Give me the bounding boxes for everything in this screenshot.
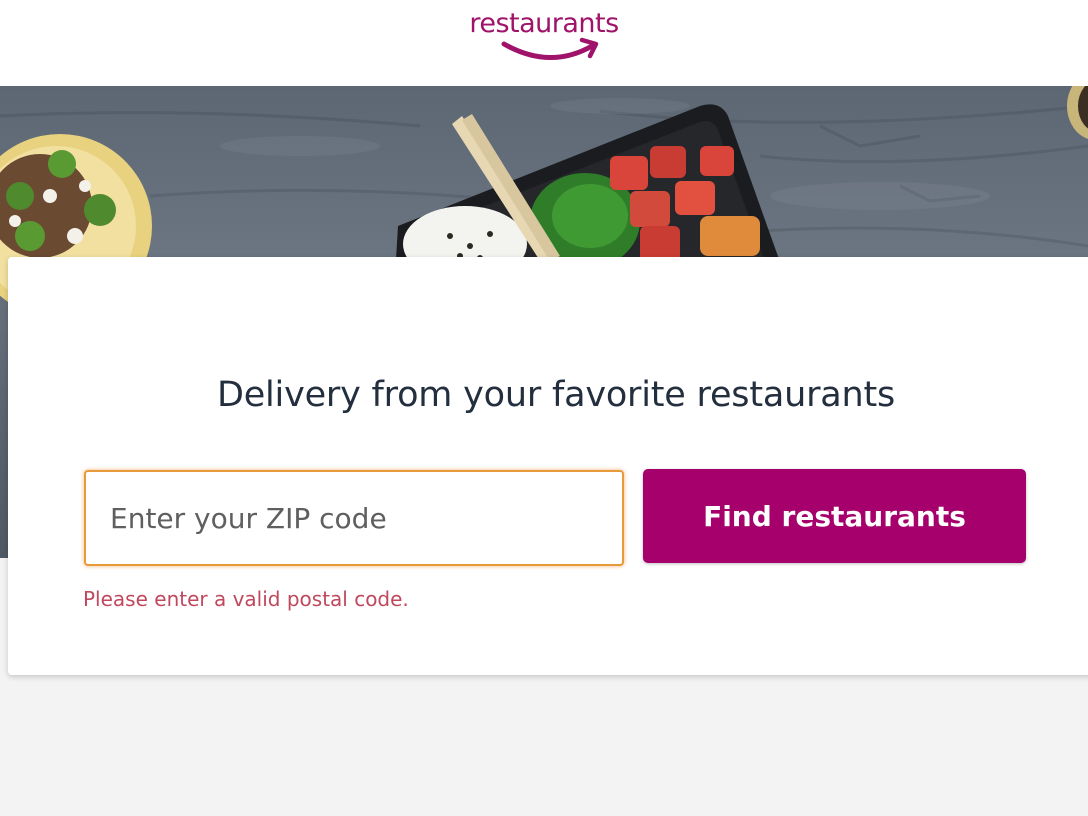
poke-bowl-image <box>395 104 785 282</box>
delivery-search-card: Delivery from your favorite restaurants … <box>8 257 1088 675</box>
smile-arrow-icon <box>501 37 599 60</box>
find-restaurants-button[interactable]: Find restaurants <box>643 469 1026 563</box>
site-header: restaurants <box>0 0 1088 86</box>
postal-code-error-message: Please enter a valid postal code. <box>83 587 409 611</box>
zip-code-input[interactable] <box>84 470 624 566</box>
page-headline: Delivery from your favorite restaurants <box>216 375 896 415</box>
